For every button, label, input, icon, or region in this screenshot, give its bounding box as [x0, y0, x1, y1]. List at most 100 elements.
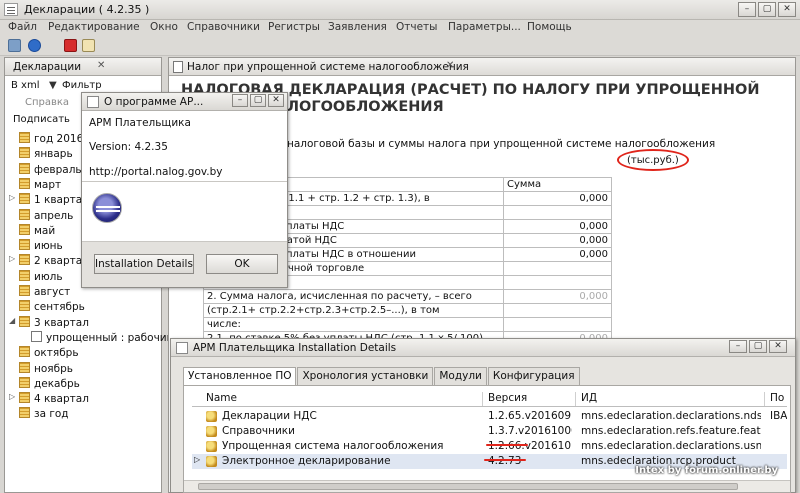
expand-toggle-icon[interactable]: ▷	[9, 193, 15, 202]
tree-item[interactable]: за год	[19, 407, 69, 422]
feature-icon	[206, 411, 217, 422]
menu-file[interactable]: Файл	[8, 21, 37, 33]
tree-item[interactable]: ▷ 1 квартал	[9, 193, 89, 208]
tree-item[interactable]: декабрь	[19, 376, 80, 392]
sign-button[interactable]: Подписать	[13, 114, 70, 125]
menu-help[interactable]: Помощь	[527, 21, 572, 33]
scrollbar-thumb[interactable]	[198, 483, 738, 490]
menu-bar: Файл Редактирование Окно Справочники Рег…	[0, 20, 800, 36]
close-icon[interactable]: ✕	[446, 60, 454, 71]
menu-window[interactable]: Окно	[150, 21, 178, 33]
install-titlebar: АРМ Плательщика Installation Details – ▢…	[171, 339, 795, 357]
document-tab-label: Налог при упрощенной системе налогооблож…	[187, 61, 469, 73]
column-header-id[interactable]: ИД	[581, 392, 597, 406]
horizontal-scrollbar[interactable]	[184, 480, 790, 492]
tree-item[interactable]: год 2016	[19, 132, 83, 147]
maximize-button[interactable]: ▢	[758, 2, 776, 17]
menu-applications[interactable]: Заявления	[328, 21, 387, 33]
folder-icon	[19, 162, 30, 174]
document-tab[interactable]: Налог при упрощенной системе налогооблож…	[169, 58, 795, 76]
document-icon[interactable]	[82, 39, 95, 52]
about-footer: Installation Details OK	[82, 241, 287, 287]
tree-item[interactable]: январь	[19, 147, 73, 162]
menu-directories[interactable]: Справочники	[187, 21, 260, 33]
tree-item[interactable]: апрель	[19, 208, 73, 224]
tab-installation-history[interactable]: Хронология установки	[297, 367, 434, 385]
close-button[interactable]: ✕	[769, 340, 787, 353]
tree-item[interactable]: май	[19, 223, 55, 239]
tree-item[interactable]: ▷ 4 квартал	[9, 392, 89, 407]
tree-item[interactable]: ноябрь	[19, 361, 73, 377]
tree-item-label: год 2016	[34, 133, 84, 145]
app-icon	[4, 3, 18, 16]
software-name: Электронное декларирование	[222, 455, 391, 467]
minimize-button[interactable]: –	[232, 94, 248, 107]
close-button[interactable]: ✕	[778, 2, 796, 17]
expand-toggle-icon[interactable]: ▷	[9, 392, 15, 401]
expand-toggle-icon[interactable]: ▷	[9, 254, 15, 263]
tree-item-label: сентябрь	[34, 301, 85, 314]
tree-item[interactable]: ◢ 3 квартал	[9, 315, 89, 331]
info-icon[interactable]	[28, 39, 41, 52]
filter-button[interactable]: Фильтр	[62, 80, 102, 91]
column-header-name[interactable]: Name	[206, 392, 237, 406]
ok-button[interactable]: OK	[206, 254, 278, 274]
expand-toggle-icon[interactable]: ◢	[9, 316, 15, 325]
menu-registers[interactable]: Регистры	[268, 21, 320, 33]
row-value[interactable]	[503, 275, 612, 290]
row-value[interactable]	[503, 303, 612, 318]
row-value[interactable]	[503, 205, 612, 220]
install-title: АРМ Плательщика Installation Details	[193, 342, 397, 354]
tab-modules[interactable]: Модули	[434, 367, 487, 385]
tree-item[interactable]: сентябрь	[19, 300, 85, 315]
expand-toggle-icon[interactable]: ▷	[194, 455, 200, 464]
software-row[interactable]: Декларации НДС 1.2.65.v201609... mns.edecl…	[192, 409, 787, 424]
folder-icon	[19, 285, 30, 296]
tree-item-label: февраль	[34, 163, 82, 176]
menu-edit[interactable]: Редактирование	[48, 21, 140, 33]
installation-details-button[interactable]: Installation Details	[94, 254, 194, 274]
column-header-version[interactable]: Версия	[488, 392, 527, 406]
declarations-tab[interactable]: Декларации ✕	[5, 58, 161, 76]
maximize-button[interactable]: ▢	[749, 340, 767, 353]
tree-item[interactable]: июнь	[19, 239, 63, 254]
row-value[interactable]: 0,000	[503, 191, 612, 206]
software-version: 1.3.7.v20161006	[488, 425, 572, 437]
menu-settings[interactable]: Параметры...	[448, 21, 521, 33]
tab-configuration[interactable]: Конфигурация	[487, 367, 580, 385]
pdf-icon[interactable]	[64, 39, 77, 52]
xml-button[interactable]: В xml	[11, 80, 39, 91]
help-button[interactable]: Справка	[25, 97, 69, 108]
tree-item[interactable]: март	[19, 177, 61, 193]
row-value[interactable]: 0,000	[503, 247, 612, 262]
row-value[interactable]	[503, 317, 612, 332]
row-value[interactable]: 0,000	[503, 219, 612, 234]
close-button[interactable]: ✕	[268, 94, 284, 107]
maximize-button[interactable]: ▢	[250, 94, 266, 107]
column-header-provider[interactable]: По	[770, 392, 784, 406]
tree-item[interactable]: февраль	[19, 162, 82, 178]
row-label: (стр.2.1+ стр.2.2+стр.2.3+стр.2.5–...), …	[203, 303, 504, 318]
tree-item[interactable]: июль	[19, 269, 63, 285]
tree-item[interactable]: август	[19, 285, 70, 300]
software-row[interactable]: Справочники 1.3.7.v20161006 mns.edeclarati…	[192, 424, 787, 439]
tab-installed-software[interactable]: Установленное ПО	[183, 367, 297, 385]
close-icon[interactable]: ✕	[97, 60, 105, 71]
software-id: mns.edeclaration.declarations.usn....	[581, 440, 761, 452]
list-icon[interactable]	[8, 39, 21, 52]
row-value[interactable]	[503, 261, 612, 276]
row-value[interactable]: 0,000	[503, 289, 612, 304]
minimize-button[interactable]: –	[738, 2, 756, 17]
about-url[interactable]: http://portal.nalog.gov.by	[89, 166, 223, 178]
minimize-button[interactable]: –	[729, 340, 747, 353]
folder-icon	[19, 407, 30, 419]
tree-item[interactable]: упрощенный : рабочий	[31, 330, 173, 346]
tree-item[interactable]: ▷ 2 квартал	[9, 254, 89, 269]
menu-reports[interactable]: Отчеты	[396, 21, 437, 33]
software-row[interactable]: Упрощенная система налогообложения 1.2.66…	[192, 439, 787, 454]
tree-item[interactable]: октябрь	[19, 346, 79, 361]
folder-icon	[19, 193, 30, 205]
tree-item-label: октябрь	[34, 347, 79, 360]
row-value[interactable]: 0,000	[503, 233, 612, 248]
filter-icon[interactable]: ▼	[49, 80, 57, 91]
